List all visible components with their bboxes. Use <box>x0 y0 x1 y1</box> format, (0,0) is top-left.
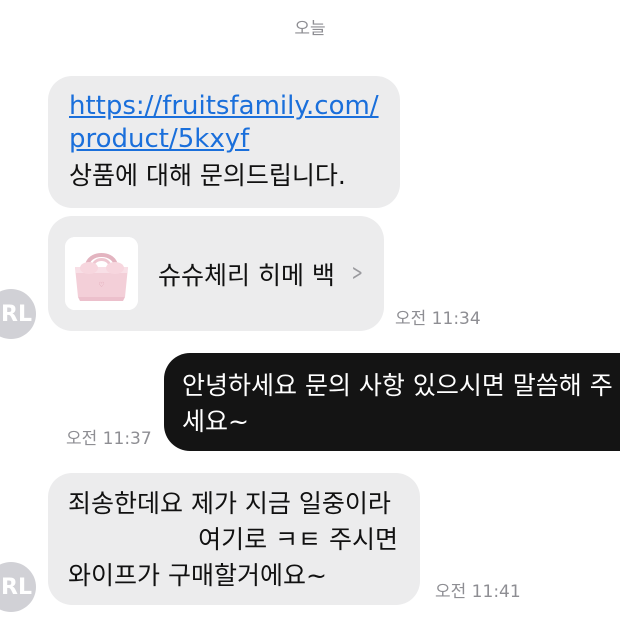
avatar-initials: RL <box>1 574 32 600</box>
product-name: 슈슈체리 히메 백 <box>158 260 335 290</box>
chevron-right-icon[interactable]: > <box>351 261 362 286</box>
message-text-line: 와이프가 구매할거에요~ <box>68 561 327 590</box>
avatar[interactable]: RL <box>0 289 36 339</box>
incoming-message-bubble[interactable]: 죄송한데요 제가 지금 일중이라 여기로 ㅋㅌ 주시면 와이프가 구매할거에요~ <box>48 473 420 605</box>
pink-bag-image: ♡ <box>65 237 138 310</box>
message-text: 상품에 대해 문의드립니다. <box>69 161 346 190</box>
message-text-line: 여기로 ㅋㅌ 주시면 <box>198 525 398 554</box>
product-link-line1[interactable]: https://fruitsfamily.com/ <box>69 91 379 121</box>
svg-text:♡: ♡ <box>98 281 104 289</box>
message-text-line: 죄송한데요 제가 지금 일중이라 <box>68 489 391 518</box>
product-link[interactable]: https://fruitsfamily.com/ product/5kxyf <box>69 90 380 156</box>
avatar[interactable]: RL <box>0 562 36 612</box>
date-header: 오늘 <box>294 19 326 39</box>
message-timestamp: 오전 11:41 <box>435 582 521 602</box>
message-timestamp: 오전 11:34 <box>395 309 481 329</box>
message-text: 안녕하세요 문의 사항 있으시면 말씀해 주 세요~ <box>182 371 613 436</box>
message-timestamp: 오전 11:37 <box>66 429 152 449</box>
product-link-line2[interactable]: product/5kxyf <box>69 124 249 154</box>
avatar-initials: RL <box>1 301 32 327</box>
outgoing-message-bubble[interactable]: 안녕하세요 문의 사항 있으시면 말씀해 주 세요~ <box>164 353 620 451</box>
product-card[interactable]: ♡ 슈슈체리 히메 백 > <box>48 216 384 331</box>
product-thumbnail: ♡ <box>65 237 138 310</box>
incoming-message-bubble[interactable]: https://fruitsfamily.com/ product/5kxyf … <box>48 76 400 208</box>
